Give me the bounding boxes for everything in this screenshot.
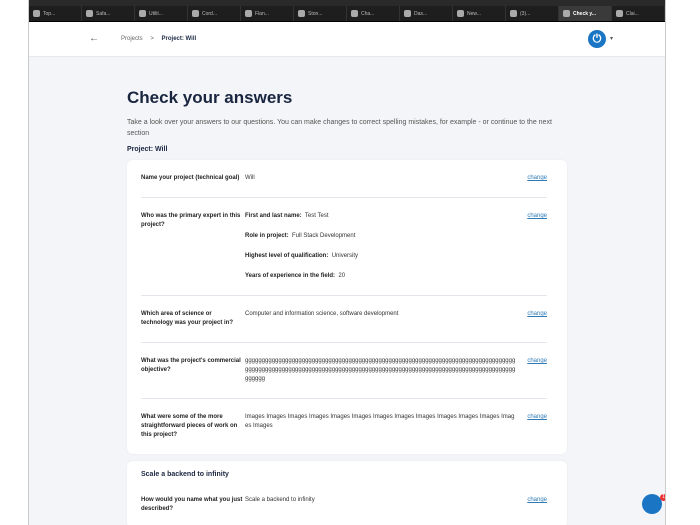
browser-tab[interactable]: Top... (29, 6, 82, 21)
answer-row: Who was the primary expert in this proje… (141, 198, 547, 296)
tab-label: Top... (43, 10, 56, 17)
tab-label: Das... (414, 10, 428, 17)
browser-tab[interactable]: Ston... (294, 6, 347, 21)
answer-row: What were some of the more straightforwa… (141, 399, 547, 454)
answer-row: Name your project (technical goal) Will ch… (141, 160, 547, 198)
change-link[interactable]: change (517, 212, 547, 281)
change-link[interactable]: change (517, 174, 547, 183)
tab-label: New... (467, 10, 481, 17)
answer-value: Images Images Images Images Images Image… (245, 414, 515, 429)
page-title: Check your answers (127, 88, 293, 107)
question-label: How would you name what you just describ… (141, 497, 243, 512)
field-label: First and last name: (245, 213, 302, 219)
answer-field: First and last name: Test Test (245, 212, 517, 221)
breadcrumb-projects[interactable]: Projects (121, 36, 143, 42)
favicon-icon (351, 10, 358, 17)
favicon-icon (33, 10, 40, 17)
user-avatar-power-icon[interactable]: ⏻ (588, 30, 606, 48)
tab-label: Cord... (202, 10, 218, 17)
answer-value: First and last name: Test Test Role in pr… (245, 212, 517, 281)
question-label: Who was the primary expert in this proje… (141, 213, 241, 228)
favicon-icon (139, 10, 146, 17)
answer-value: Scale a backend to infinity (245, 497, 315, 503)
tab-label: Check y... (573, 10, 596, 17)
answers-card: Name your project (technical goal) Will ch… (127, 160, 567, 454)
answer-row: What was the project's commercial object… (141, 343, 547, 399)
change-link[interactable]: change (517, 496, 547, 514)
answer-value: Will (245, 175, 255, 181)
tab-label: Utilit... (149, 10, 163, 17)
tab-label: Clai... (626, 10, 639, 17)
intro-text: Take a look over your answers to our que… (127, 119, 552, 137)
breadcrumb-current: Project: Will (161, 36, 197, 42)
field-value: Test Test (304, 213, 329, 219)
answer-value: Computer and information science, softwa… (245, 311, 399, 317)
favicon-icon (457, 10, 464, 17)
field-value: University (331, 253, 359, 259)
favicon-icon (404, 10, 411, 17)
field-value: 20 (338, 273, 346, 279)
favicon-icon (616, 10, 623, 17)
answer-field: Role in project: Full Stack Development (245, 232, 517, 241)
project-label: Project: Will (127, 146, 168, 153)
change-link[interactable]: change (517, 413, 547, 440)
back-arrow-icon[interactable]: ← (89, 33, 99, 44)
browser-window: Top... Safa... Utilit... Cord... Flan... Ston… (28, 0, 666, 525)
field-label: Years of experience in the field: (245, 273, 336, 279)
tab-label: Cha... (361, 10, 375, 17)
question-label: Which area of science or technology was … (141, 311, 234, 326)
breadcrumb: Projects > Project: Will (121, 36, 196, 42)
chat-badge: 1 (660, 494, 665, 501)
change-link[interactable]: change (517, 310, 547, 328)
tab-label: Flan... (255, 10, 269, 17)
question-label: What were some of the more straightforwa… (141, 414, 238, 438)
answer-row: Which area of science or technology was … (141, 296, 547, 343)
browser-tab[interactable]: Cord... (188, 6, 241, 21)
tab-bar: Top... Safa... Utilit... Cord... Flan... Ston… (29, 6, 665, 22)
answer-field: Years of experience in the field: 20 (245, 272, 517, 281)
question-label: What was the project's commercial object… (141, 358, 241, 373)
favicon-icon (245, 10, 252, 17)
field-label: Highest level of qualification: (245, 253, 329, 259)
field-label: Role in project: (245, 233, 289, 239)
browser-tab[interactable]: Check y... (559, 6, 612, 21)
chevron-right-icon: > (150, 36, 154, 42)
browser-tab[interactable]: Flan... (241, 6, 294, 21)
browser-tab[interactable]: Clai... (612, 6, 665, 21)
favicon-icon (298, 10, 305, 17)
browser-tab[interactable]: Utilit... (135, 6, 188, 21)
favicon-icon (86, 10, 93, 17)
tab-label: (3)... (520, 10, 531, 17)
answer-row: How would you name what you just describ… (141, 482, 547, 525)
browser-tab[interactable]: Safa... (82, 6, 135, 21)
answer-value: gggggggggggggggggggggggggggggggggggggggg… (245, 358, 516, 382)
tab-label: Safa... (96, 10, 111, 17)
tab-label: Ston... (308, 10, 323, 17)
section-title: Scale a backend to infinity (141, 471, 229, 478)
answer-field: Highest level of qualification: Universi… (245, 252, 517, 261)
section-card: Scale a backend to infinity How would yo… (127, 461, 567, 525)
app-header: ← Projects > Project: Will ⏻ ▾ (29, 22, 665, 57)
browser-tab[interactable]: Das... (400, 6, 453, 21)
favicon-icon (192, 10, 199, 17)
browser-tab[interactable]: Cha... (347, 6, 400, 21)
question-label: Name your project (technical goal) (141, 175, 240, 181)
main-content: Check your answers Take a look over your… (127, 88, 567, 525)
chat-icon[interactable] (642, 494, 662, 514)
favicon-icon (510, 10, 517, 17)
favicon-icon (563, 10, 570, 17)
browser-tab[interactable]: (3)... (506, 6, 559, 21)
browser-tab[interactable]: New... (453, 6, 506, 21)
change-link[interactable]: change (517, 357, 547, 384)
field-value: Full Stack Development (292, 233, 356, 239)
chevron-down-icon[interactable]: ▾ (610, 35, 613, 42)
